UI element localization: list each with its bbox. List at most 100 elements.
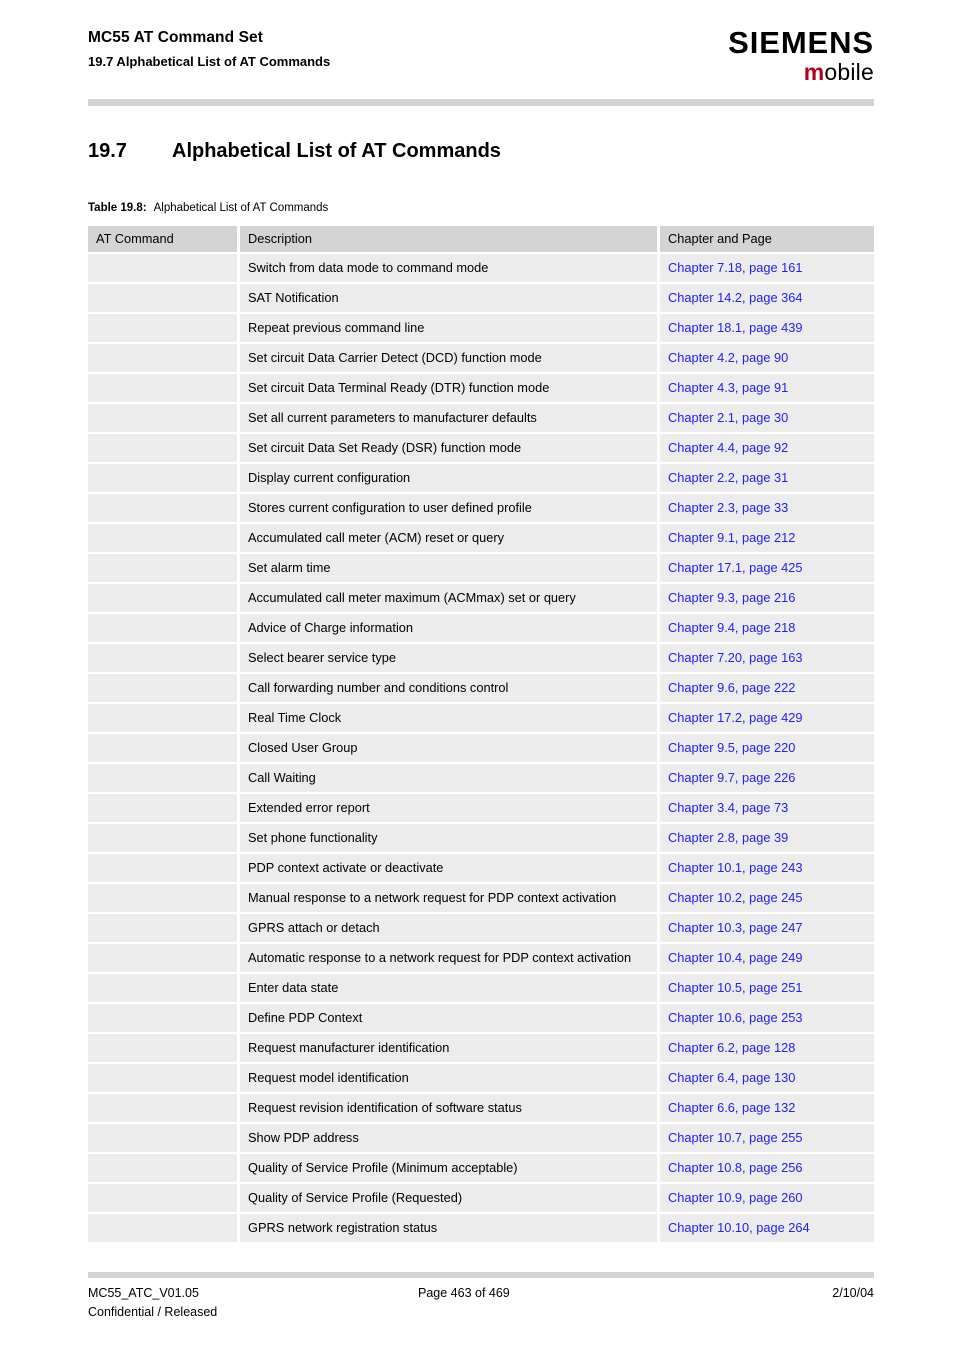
cell-chapter-page-link[interactable]: Chapter 9.7, page 226 [660,764,874,794]
cell-chapter-page-link[interactable]: Chapter 10.9, page 260 [660,1184,874,1214]
footer-divider [88,1272,874,1278]
table-row: Accumulated call meter maximum (ACMmax) … [88,584,874,614]
footer-row-secondary: Confidential / Released [88,1303,874,1322]
footer-date: 2/10/04 [832,1286,874,1300]
cell-at-command [88,584,240,614]
table-row: Call Waiting Chapter 9.7, page 226 [88,764,874,794]
table-caption-label: Table 19.8: [88,202,147,214]
cell-chapter-page-link[interactable]: Chapter 10.2, page 245 [660,884,874,914]
table-row: Define PDP Context Chapter 10.6, page 253 [88,1004,874,1034]
cell-chapter-page-link[interactable]: Chapter 14.2, page 364 [660,284,874,314]
table-row: Request revision identification of softw… [88,1094,874,1124]
cell-chapter-page-link[interactable]: Chapter 9.5, page 220 [660,734,874,764]
footer-row-primary: MC55_ATC_V01.05 Page 463 of 469 2/10/04 [88,1284,874,1303]
cell-at-command [88,914,240,944]
cell-chapter-page-link[interactable]: Chapter 10.10, page 264 [660,1214,874,1242]
cell-description: PDP context activate or deactivate [240,854,660,884]
cell-at-command [88,854,240,884]
cell-chapter-page-link[interactable]: Chapter 10.4, page 249 [660,944,874,974]
cell-chapter-page-link[interactable]: Chapter 4.4, page 92 [660,434,874,464]
cell-description: Quality of Service Profile (Minimum acce… [240,1154,660,1184]
cell-at-command [88,1154,240,1184]
cell-at-command [88,464,240,494]
cell-at-command [88,554,240,584]
cell-chapter-page-link[interactable]: Chapter 9.3, page 216 [660,584,874,614]
cell-at-command [88,794,240,824]
table-caption: Table 19.8: Alphabetical List of AT Comma… [88,200,328,216]
table-row: Real Time Clock Chapter 17.2, page 429 [88,704,874,734]
cell-chapter-page-link[interactable]: Chapter 17.2, page 429 [660,704,874,734]
cell-at-command [88,494,240,524]
document-page: MC55 AT Command Set 19.7 Alphabetical Li… [0,0,954,1351]
cell-description: Set circuit Data Terminal Ready (DTR) fu… [240,374,660,404]
siemens-wordmark: SIEMENS [728,25,874,60]
table-row: Stores current configuration to user def… [88,494,874,524]
section-number: 19.7 [88,140,127,162]
cell-chapter-page-link[interactable]: Chapter 10.3, page 247 [660,914,874,944]
cell-at-command [88,824,240,854]
cell-chapter-page-link[interactable]: Chapter 17.1, page 425 [660,554,874,584]
cell-chapter-page-link[interactable]: Chapter 2.2, page 31 [660,464,874,494]
cell-at-command [88,254,240,284]
column-header-description: Description [240,226,660,254]
cell-description: Advice of Charge information [240,614,660,644]
cell-description: Request manufacturer identification [240,1034,660,1064]
cell-description: GPRS attach or detach [240,914,660,944]
cell-description: Call Waiting [240,764,660,794]
cell-chapter-page-link[interactable]: Chapter 9.6, page 222 [660,674,874,704]
table-row: GPRS network registration status Chapter … [88,1214,874,1242]
cell-chapter-page-link[interactable]: Chapter 4.2, page 90 [660,344,874,374]
cell-chapter-page-link[interactable]: Chapter 7.20, page 163 [660,644,874,674]
cell-description: Repeat previous command line [240,314,660,344]
table-row: GPRS attach or detach Chapter 10.3, page … [88,914,874,944]
cell-chapter-page-link[interactable]: Chapter 2.1, page 30 [660,404,874,434]
table-row: Select bearer service type Chapter 7.20, … [88,644,874,674]
column-header-at-command: AT Command [88,226,240,254]
table-row: SAT Notification Chapter 14.2, page 364 [88,284,874,314]
table-row: Closed User Group Chapter 9.5, page 220 [88,734,874,764]
cell-description: Enter data state [240,974,660,1004]
cell-chapter-page-link[interactable]: Chapter 7.18, page 161 [660,254,874,284]
cell-chapter-page-link[interactable]: Chapter 2.3, page 33 [660,494,874,524]
table-header-row: AT Command Description Chapter and Page [88,226,874,254]
cell-chapter-page-link[interactable]: Chapter 6.2, page 128 [660,1034,874,1064]
document-subtitle: 19.7 Alphabetical List of AT Commands [88,54,331,69]
cell-chapter-page-link[interactable]: Chapter 3.4, page 73 [660,794,874,824]
cell-chapter-page-link[interactable]: Chapter 4.3, page 91 [660,374,874,404]
cell-at-command [88,614,240,644]
mobile-wordmark: mobile [728,59,874,85]
cell-at-command [88,704,240,734]
cell-chapter-page-link[interactable]: Chapter 10.5, page 251 [660,974,874,1004]
cell-description: Extended error report [240,794,660,824]
cell-description: Set alarm time [240,554,660,584]
cell-at-command [88,674,240,704]
page-footer: MC55_ATC_V01.05 Page 463 of 469 2/10/04 … [88,1284,874,1322]
cell-chapter-page-link[interactable]: Chapter 9.1, page 212 [660,524,874,554]
cell-description: Stores current configuration to user def… [240,494,660,524]
cell-chapter-page-link[interactable]: Chapter 10.1, page 243 [660,854,874,884]
cell-at-command [88,284,240,314]
cell-chapter-page-link[interactable]: Chapter 18.1, page 439 [660,314,874,344]
cell-chapter-page-link[interactable]: Chapter 10.7, page 255 [660,1124,874,1154]
at-commands-table: AT Command Description Chapter and Page … [88,226,874,1242]
header-titles: MC55 AT Command Set 19.7 Alphabetical Li… [88,28,330,71]
cell-description: Set circuit Data Carrier Detect (DCD) fu… [240,344,660,374]
cell-chapter-page-link[interactable]: Chapter 10.8, page 256 [660,1154,874,1184]
cell-chapter-page-link[interactable]: Chapter 6.4, page 130 [660,1064,874,1094]
table-row: Set alarm time Chapter 17.1, page 425 [88,554,874,584]
table-row: Advice of Charge information Chapter 9.4,… [88,614,874,644]
cell-at-command [88,734,240,764]
header-divider [88,99,874,106]
cell-description: Manual response to a network request for… [240,884,660,914]
cell-chapter-page-link[interactable]: Chapter 9.4, page 218 [660,614,874,644]
mobile-wordmark-rest: obile [824,59,874,85]
footer-document-id: MC55_ATC_V01.05 [88,1286,199,1300]
cell-description: SAT Notification [240,284,660,314]
cell-at-command [88,1064,240,1094]
cell-chapter-page-link[interactable]: Chapter 2.8, page 39 [660,824,874,854]
cell-chapter-page-link[interactable]: Chapter 10.6, page 253 [660,1004,874,1034]
table-row: Request manufacturer identification Chapt… [88,1034,874,1064]
cell-at-command [88,974,240,1004]
cell-description: Show PDP address [240,1124,660,1154]
cell-chapter-page-link[interactable]: Chapter 6.6, page 132 [660,1094,874,1124]
